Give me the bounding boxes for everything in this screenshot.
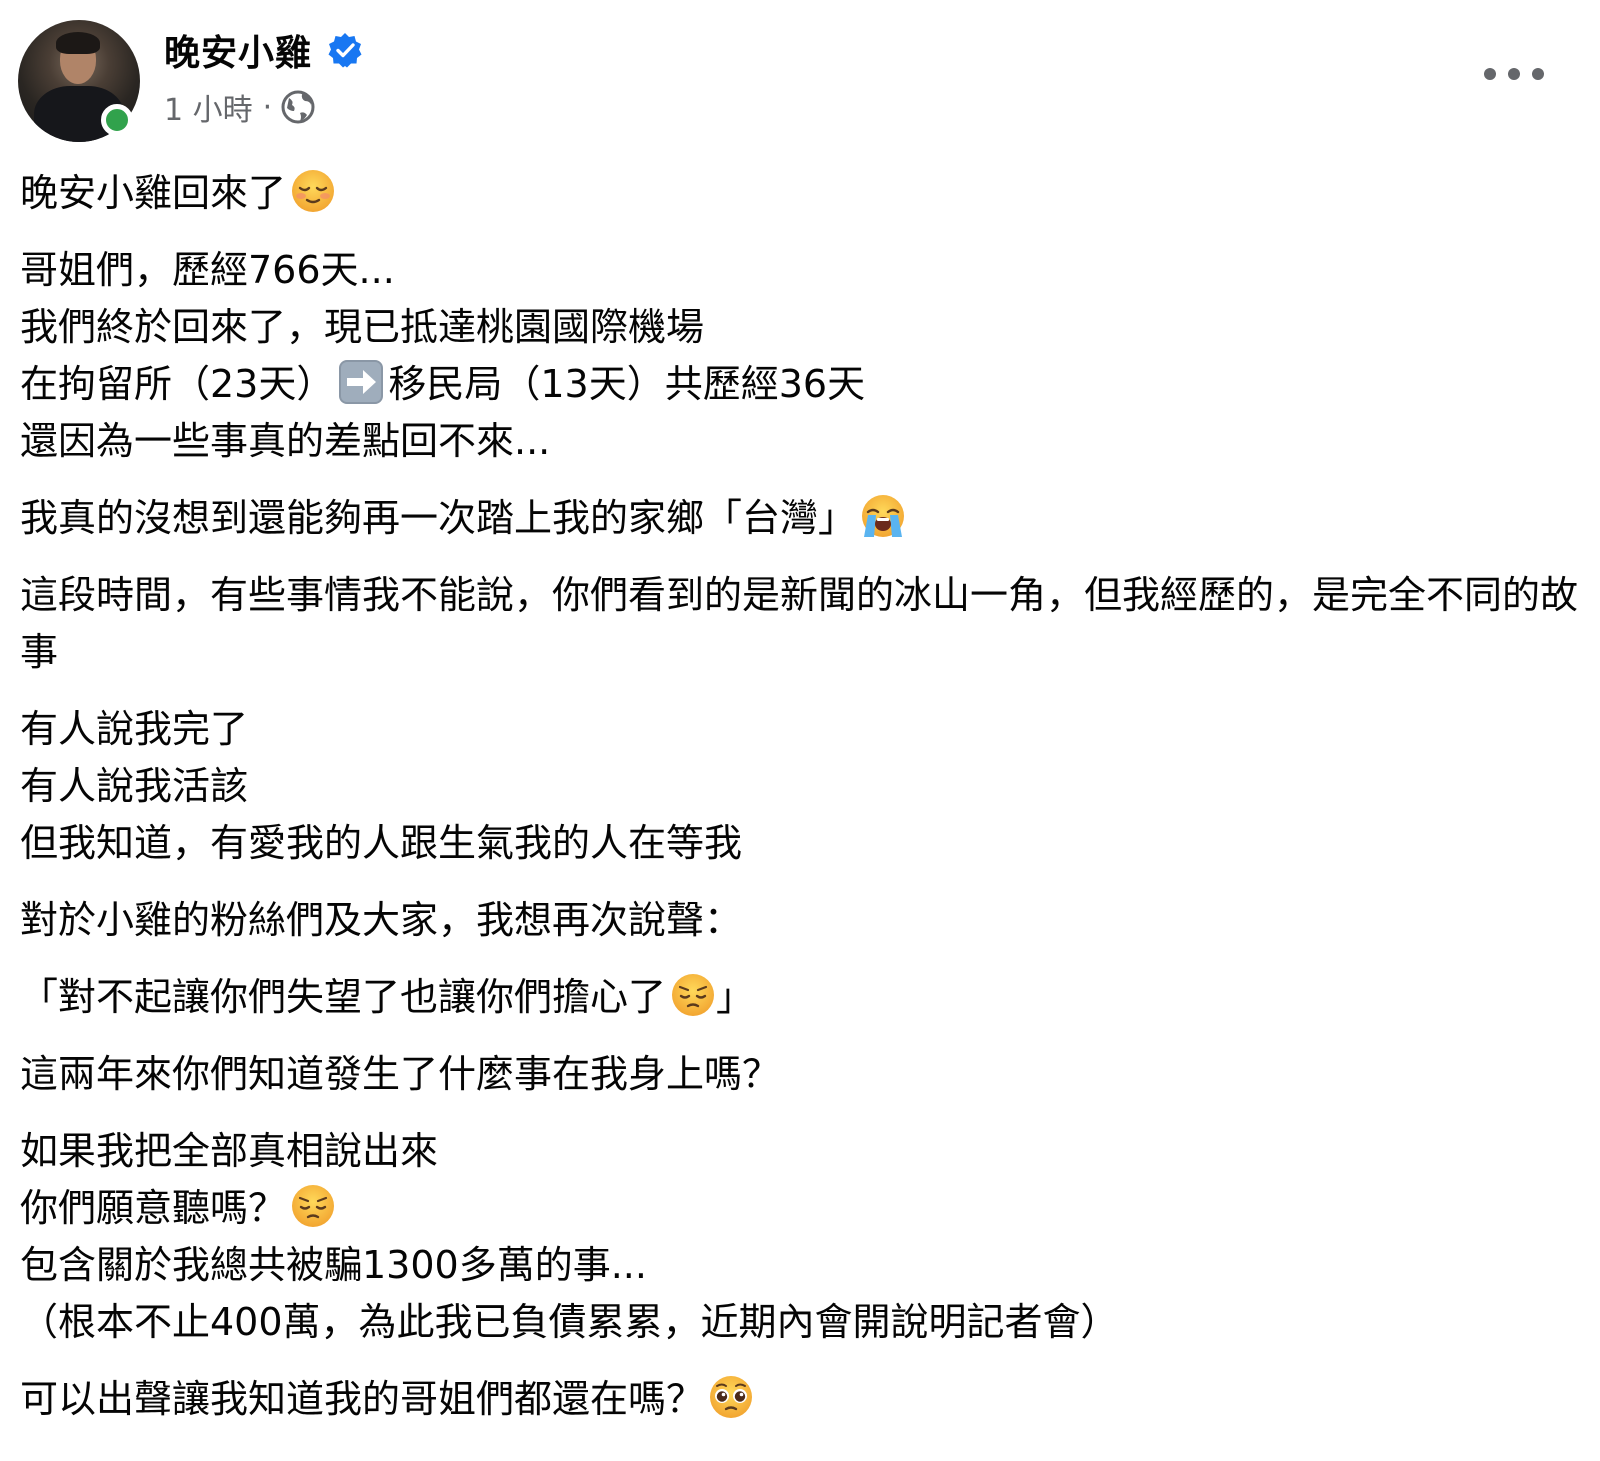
post-timestamp[interactable]: 1 小時 xyxy=(164,85,253,129)
text-segment: 晚安小雞回來了 xyxy=(20,171,287,215)
text-line: 包含關於我總共被騙1300多萬的事... xyxy=(20,1243,647,1287)
text-line: 但我知道，有愛我的人跟生氣我的人在等我 xyxy=(20,821,743,865)
paragraph-1: 晚安小雞回來了 xyxy=(20,165,1580,222)
paragraph-5: 有人說我完了 有人說我活該 但我知道，有愛我的人跟生氣我的人在等我 xyxy=(20,701,1580,872)
verified-badge-icon xyxy=(326,31,364,69)
avatar-hair xyxy=(56,32,100,54)
post-body: 晚安小雞回來了 哥姐們，歷經766天... 我們終於回來了，現已抵達桃園國際機場… xyxy=(20,165,1580,1448)
text-line: 如果我把全部真相說出來 xyxy=(20,1129,439,1173)
text-line: 可以出聲讓我知道我的哥姐們都還在嗎？ xyxy=(20,1371,1580,1428)
globe-icon[interactable] xyxy=(280,89,316,125)
loudly-crying-face-emoji xyxy=(860,493,906,539)
text-line: 我真的沒想到還能夠再一次踏上我的家鄉「台灣」 xyxy=(20,490,1580,547)
text-line: 這段時間，有些事情我不能說，你們看到的是新聞的冰山一角，但我經歷的，是完全不同的… xyxy=(20,573,1579,674)
author-name[interactable]: 晚安小雞 xyxy=(164,24,312,76)
text-line: （根本不止400萬，為此我已負債累累，近期內會開說明記者會） xyxy=(20,1300,1119,1344)
online-status-dot xyxy=(101,104,133,136)
text-segment: 可以出聲讓我知道我的哥姐們都還在嗎？ xyxy=(20,1377,705,1421)
more-dot xyxy=(1532,68,1544,80)
text-line: 「對不起讓你們失望了也讓你們擔心了 」 xyxy=(20,969,1580,1026)
text-segment: 你們願意聽嗎？ xyxy=(20,1186,287,1230)
paragraph-7: 「對不起讓你們失望了也讓你們擔心了 」 xyxy=(20,969,1580,1026)
paragraph-4: 這段時間，有些事情我不能說，你們看到的是新聞的冰山一角，但我經歷的，是完全不同的… xyxy=(20,567,1580,681)
pensive-face-emoji xyxy=(670,972,716,1018)
more-options-icon[interactable] xyxy=(1484,58,1544,90)
text-line: 晚安小雞回來了 xyxy=(20,165,1580,222)
text-line: 還因為一些事真的差點回不來... xyxy=(20,419,551,463)
text-line: 你們願意聽嗎？ xyxy=(20,1180,1580,1237)
more-dot xyxy=(1508,68,1520,80)
text-segment: 「對不起讓你們失望了也讓你們擔心了 xyxy=(20,975,667,1019)
text-segment: 在拘留所（23天） xyxy=(20,362,335,406)
pleading-face-emoji xyxy=(708,1374,754,1420)
text-line: 哥姐們，歷經766天... xyxy=(20,248,395,292)
text-line: 這兩年來你們知道發生了什麼事在我身上嗎？ xyxy=(20,1052,781,1096)
paragraph-10: 可以出聲讓我知道我的哥姐們都還在嗎？ xyxy=(20,1371,1580,1428)
paragraph-8: 這兩年來你們知道發生了什麼事在我身上嗎？ xyxy=(20,1046,1580,1103)
author-row: 晚安小雞 xyxy=(164,26,364,74)
post-meta: 1 小時 · xyxy=(164,86,316,128)
text-line: 在拘留所（23天） 移民局（13天）共歷經36天 xyxy=(20,356,1580,413)
text-line: 對於小雞的粉絲們及大家，我想再次說聲： xyxy=(20,898,743,942)
text-line: 有人說我活該 xyxy=(20,764,249,808)
text-segment: 」 xyxy=(716,975,755,1019)
text-line: 有人說我完了 xyxy=(20,707,249,751)
paragraph-2: 哥姐們，歷經766天... 我們終於回來了，現已抵達桃園國際機場 在拘留所（23… xyxy=(20,242,1580,470)
pensive-face-emoji xyxy=(290,1183,336,1229)
paragraph-3: 我真的沒想到還能夠再一次踏上我的家鄉「台灣」 xyxy=(20,490,1580,547)
text-segment: 移民局（13天）共歷經36天 xyxy=(388,362,866,406)
meta-separator: · xyxy=(262,89,273,125)
more-dot xyxy=(1484,68,1496,80)
paragraph-6: 對於小雞的粉絲們及大家，我想再次說聲： xyxy=(20,892,1580,949)
paragraph-9: 如果我把全部真相說出來 你們願意聽嗎？ 包含關於我總共被騙1300多萬的事...… xyxy=(20,1123,1580,1351)
post-header: 晚安小雞 1 小時 · xyxy=(0,0,1600,160)
relieved-face-emoji xyxy=(290,168,336,214)
text-segment: 我真的沒想到還能夠再一次踏上我的家鄉「台灣」 xyxy=(20,496,857,540)
text-line: 我們終於回來了，現已抵達桃園國際機場 xyxy=(20,305,705,349)
right-arrow-emoji xyxy=(338,359,384,405)
